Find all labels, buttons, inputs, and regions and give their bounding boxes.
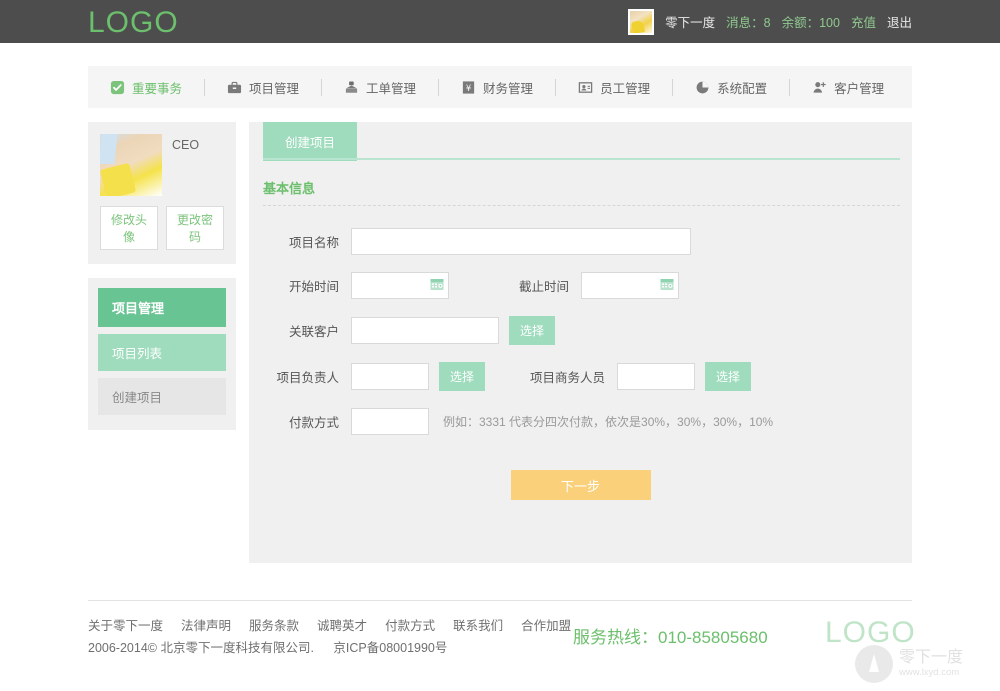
nav-item-important-tasks[interactable]: 重要事务 — [88, 66, 204, 108]
project-name-input[interactable] — [351, 228, 691, 255]
service-hotline: 服务热线：010-85805680 — [573, 628, 768, 647]
start-time-label: 开始时间 — [288, 280, 339, 294]
form-row-dates: 开始时间 截止时间 — [249, 272, 912, 299]
footer-links: 关于零下一度 法律声明 服务条款 诚聘英才 付款方式 联系我们 合作加盟 — [88, 615, 571, 634]
project-name-label: 项目名称 — [288, 236, 339, 250]
create-project-form: 项目名称 开始时间 截止时间 关联客户 选择 项目负责人 选择 项目商务人员 选… — [249, 206, 912, 500]
checkbox-check-icon — [110, 80, 125, 95]
end-time-input[interactable] — [581, 272, 679, 299]
select-project-owner-button[interactable]: 选择 — [439, 362, 486, 391]
footer-link-contact[interactable]: 联系我们 — [453, 615, 503, 634]
footer-copyright: 2006-2014© 北京零下一度科技有限公司. 京ICP备08001990号 — [88, 637, 447, 656]
site-logo[interactable]: LOGO — [88, 6, 179, 40]
nav-item-customer-management[interactable]: 客户管理 — [790, 66, 906, 108]
svg-text:¥: ¥ — [466, 82, 472, 92]
footer-link-careers[interactable]: 诚聘英才 — [317, 615, 367, 634]
footer-link-legal[interactable]: 法律声明 — [181, 615, 231, 634]
next-step-button[interactable]: 下一步 — [510, 470, 651, 500]
project-owner-input[interactable] — [351, 363, 429, 390]
form-row-project-name: 项目名称 — [249, 228, 912, 255]
payment-method-label: 付款方式 — [288, 416, 339, 430]
sidebar-item-create-project[interactable]: 创建项目 — [98, 378, 226, 415]
pie-chart-icon — [695, 80, 710, 95]
recharge-link[interactable]: 充值 — [851, 12, 876, 31]
nav-item-label: 员工管理 — [600, 81, 651, 96]
business-staff-input[interactable] — [617, 363, 696, 390]
watermark-logo-icon — [855, 645, 893, 683]
user-name-label: 零下一度 — [665, 16, 716, 30]
watermark-name: 零下一度 — [899, 649, 964, 667]
copyright-text: 2006-2014© 北京零下一度科技有限公司. — [88, 641, 314, 655]
sidebar-menu-header-project-management[interactable]: 项目管理 — [98, 288, 226, 327]
payment-method-input[interactable] — [351, 408, 429, 435]
watermark: 零下一度 www.lxyd.com — [855, 645, 963, 683]
tab-create-project[interactable]: 创建项目 — [263, 122, 358, 161]
business-staff-label: 项目商务人员 — [530, 371, 606, 385]
form-row-payment-method: 付款方式 例如：3331 代表分四次付款，依次是30%，30%，30%，10% — [249, 408, 912, 435]
nav-item-label: 重要事务 — [132, 81, 183, 96]
end-time-label: 截止时间 — [518, 280, 569, 294]
main-content-panel: 创建项目 基本信息 项目名称 开始时间 截止时间 关联客户 选择 项目负责人 选… — [249, 122, 912, 563]
nav-item-project-management[interactable]: 项目管理 — [205, 66, 321, 108]
footer-divider — [88, 600, 912, 601]
watermark-url: www.lxyd.com — [899, 666, 960, 678]
user-role-label: CEO — [172, 138, 200, 152]
form-row-related-customer: 关联客户 选择 — [249, 316, 912, 345]
avatar[interactable] — [100, 134, 162, 196]
nav-item-system-config[interactable]: 系统配置 — [673, 66, 789, 108]
select-business-staff-button[interactable]: 选择 — [705, 362, 752, 391]
footer-link-payment[interactable]: 付款方式 — [385, 615, 435, 634]
footer-link-partnership[interactable]: 合作加盟 — [521, 615, 571, 634]
submit-row: 下一步 — [249, 452, 912, 500]
related-customer-input[interactable] — [351, 317, 499, 344]
id-card-icon — [578, 80, 593, 95]
nav-item-staff-management[interactable]: 员工管理 — [556, 66, 672, 108]
related-customer-label: 关联客户 — [288, 325, 339, 339]
briefcase-icon — [227, 80, 242, 95]
main-navigation: 重要事务 项目管理 工单管理 ¥ 财务管理 员工管理 系统配置 客户管理 — [88, 66, 912, 108]
logout-link[interactable]: 退出 — [887, 12, 912, 31]
start-time-input[interactable] — [351, 272, 449, 299]
payment-method-hint: 例如：3331 代表分四次付款，依次是30%，30%，30%，10% — [443, 415, 774, 429]
change-avatar-button[interactable]: 修改头像 — [100, 206, 158, 250]
footer-link-about[interactable]: 关于零下一度 — [88, 615, 163, 634]
user-add-icon — [812, 80, 827, 95]
nav-item-label: 财务管理 — [483, 81, 534, 96]
nav-item-finance-management[interactable]: ¥ 财务管理 — [439, 66, 555, 108]
nav-item-label: 系统配置 — [717, 81, 768, 96]
project-owner-label: 项目负责人 — [276, 371, 339, 385]
profile-card: CEO 修改头像 更改密码 — [88, 122, 236, 264]
form-row-owners: 项目负责人 选择 项目商务人员 选择 — [249, 362, 912, 391]
sidebar-menu: 项目管理 项目列表 创建项目 — [88, 278, 236, 430]
envelope-stamp-icon — [344, 80, 359, 95]
sidebar: CEO 修改头像 更改密码 项目管理 项目列表 创建项目 — [88, 122, 236, 430]
icp-license: 京ICP备08001990号 — [333, 641, 448, 655]
tab-bar: 创建项目 — [249, 122, 912, 161]
sidebar-item-project-list[interactable]: 项目列表 — [98, 334, 226, 371]
avatar[interactable] — [628, 8, 655, 35]
section-title-basic-info: 基本信息 — [263, 181, 316, 196]
nav-item-work-order-management[interactable]: 工单管理 — [322, 66, 438, 108]
change-password-button[interactable]: 更改密码 — [166, 206, 224, 250]
balance-label: 余额：100 — [781, 16, 840, 30]
nav-item-label: 项目管理 — [249, 81, 300, 96]
nav-item-label: 客户管理 — [834, 81, 885, 96]
message-count-label: 消息：8 — [726, 16, 771, 30]
top-header-bar: LOGO 零下一度 消息：8 余额：100 充值 退出 — [0, 0, 1000, 43]
user-account-area: 零下一度 消息：8 余额：100 充值 退出 — [628, 0, 912, 43]
footer-link-terms[interactable]: 服务条款 — [249, 615, 299, 634]
yuan-currency-icon: ¥ — [461, 80, 476, 95]
tab-underline — [263, 158, 900, 160]
nav-item-label: 工单管理 — [366, 81, 417, 96]
select-customer-button[interactable]: 选择 — [509, 316, 556, 345]
